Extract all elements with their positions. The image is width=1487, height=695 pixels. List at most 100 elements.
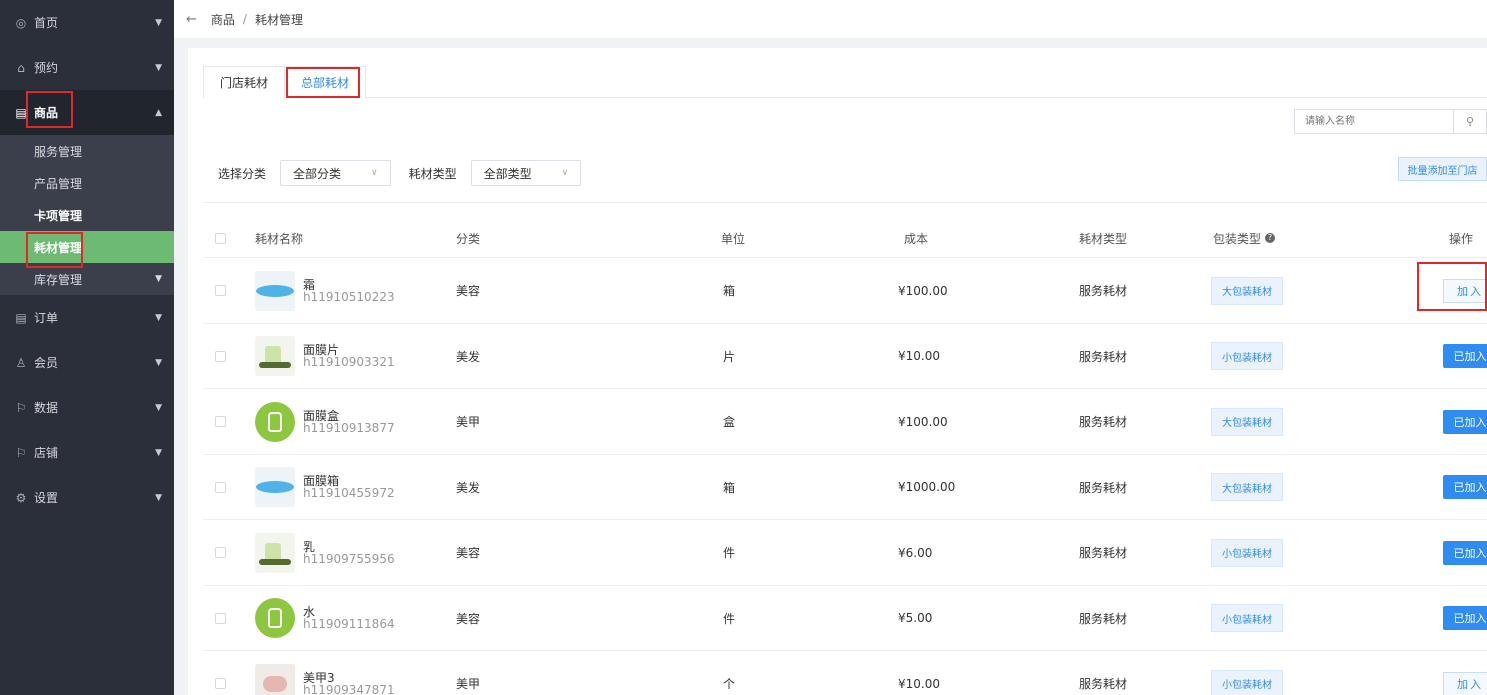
category-cell: 美容 bbox=[456, 546, 481, 561]
filter-bar: 选择分类 全部分类 ∨ 耗材类型 全部类型 ∨ bbox=[218, 160, 599, 186]
name-block: 美甲3 h11909347871 bbox=[303, 672, 395, 695]
chevron-down-icon: ▼ bbox=[155, 312, 162, 323]
name-cell: 美甲3 h11909347871 bbox=[255, 651, 395, 695]
product-thumbnail bbox=[255, 663, 295, 695]
sub-item-product[interactable]: 产品管理 bbox=[0, 167, 174, 199]
chevron-down-icon: ▼ bbox=[155, 62, 162, 73]
chevron-up-icon: ▲ bbox=[155, 107, 162, 118]
nav-item-goods[interactable]: ▤ 商品 ▲ bbox=[0, 90, 174, 135]
nav-item-order[interactable]: ▤ 订单 ▼ bbox=[0, 295, 174, 340]
pack-type-tag: 小包装耗材 bbox=[1211, 342, 1283, 371]
added-button[interactable]: 已加入 bbox=[1443, 344, 1487, 369]
item-code: h11910510223 bbox=[303, 289, 395, 304]
nav-label: 首页 bbox=[34, 16, 59, 30]
name-cell: 面膜箱 h11910455972 bbox=[255, 455, 395, 521]
nav-item-member[interactable]: ♙ 会员 ▼ bbox=[0, 340, 174, 385]
back-arrow-icon[interactable]: ← bbox=[186, 12, 197, 27]
header-cost: 成本 bbox=[904, 231, 929, 246]
select-all-cell bbox=[215, 218, 226, 258]
help-icon[interactable]: ? bbox=[1265, 233, 1276, 243]
cost-cell: ¥10.00 bbox=[898, 349, 940, 364]
product-thumbnail bbox=[255, 467, 295, 508]
tab-bar: 门店耗材 总部耗材 bbox=[203, 66, 1487, 98]
nav-item-store[interactable]: ⚐ 店铺 ▼ bbox=[0, 430, 174, 475]
row-checkbox[interactable] bbox=[215, 481, 226, 493]
chevron-down-icon: ▼ bbox=[155, 492, 162, 503]
action-cell: 加入 bbox=[1443, 651, 1487, 695]
action-cell: 加入 bbox=[1443, 258, 1487, 324]
category-cell: 美甲 bbox=[456, 677, 481, 692]
sub-label: 库存管理 bbox=[34, 272, 83, 287]
type-select[interactable]: 全部类型 ∨ bbox=[470, 160, 582, 186]
row-checkbox[interactable] bbox=[215, 612, 226, 624]
unit-cell: 片 bbox=[723, 349, 736, 364]
sub-label: 服务管理 bbox=[34, 144, 83, 159]
header-category: 分类 bbox=[456, 231, 481, 246]
batch-add-button[interactable]: 批量添加至门店 bbox=[1398, 157, 1487, 181]
nav-item-booking[interactable]: ⌂ 预约 ▼ bbox=[0, 45, 174, 90]
table-row: 乳 h11909755956 美容 件 ¥6.00 服务耗材 小包装耗材 已加入 bbox=[203, 520, 1487, 586]
table-row: 美甲3 h11909347871 美甲 个 ¥10.00 服务耗材 小包装耗材 加入 bbox=[203, 651, 1487, 695]
type-value: 全部类型 bbox=[483, 166, 532, 181]
unit-cell: 箱 bbox=[723, 284, 736, 299]
sub-item-service[interactable]: 服务管理 bbox=[0, 135, 174, 167]
row-select-cell bbox=[215, 651, 226, 695]
goods-submenu: 服务管理 产品管理 卡项管理 耗材管理 库存管理 ▼ bbox=[0, 135, 174, 295]
home-icon: ⌂ bbox=[17, 60, 25, 75]
nav-item-data[interactable]: ⚐ 数据 ▼ bbox=[0, 385, 174, 430]
added-button[interactable]: 已加入 bbox=[1443, 606, 1487, 631]
select-all-checkbox[interactable] bbox=[215, 232, 226, 244]
product-thumbnail bbox=[255, 270, 295, 311]
pack-cell: 小包装耗材 bbox=[1211, 520, 1283, 586]
item-code: h11910903321 bbox=[303, 355, 395, 370]
category-cell: 美容 bbox=[456, 611, 481, 626]
item-name: 乳 bbox=[303, 539, 316, 554]
product-thumbnail bbox=[255, 598, 295, 639]
table-row: 面膜片 h11910903321 美发 片 ¥10.00 服务耗材 小包装耗材 已加入 bbox=[203, 324, 1487, 390]
name-cell: 面膜片 h11910903321 bbox=[255, 324, 395, 390]
row-checkbox[interactable] bbox=[215, 285, 226, 297]
header-pack-label: 包装类型 bbox=[1213, 231, 1262, 246]
cost-cell: ¥100.00 bbox=[898, 414, 948, 429]
category-select[interactable]: 全部分类 ∨ bbox=[280, 160, 391, 186]
dashboard-icon: ◎ bbox=[15, 15, 27, 30]
nav-item-settings[interactable]: ⚙ 设置 ▼ bbox=[0, 475, 174, 520]
tab-store-consumables[interactable]: 门店耗材 bbox=[203, 66, 286, 98]
tab-hq-consumables[interactable]: 总部耗材 bbox=[285, 66, 367, 98]
row-checkbox[interactable] bbox=[215, 678, 226, 690]
added-button[interactable]: 已加入 bbox=[1443, 540, 1487, 565]
add-button[interactable]: 加入 bbox=[1443, 671, 1487, 695]
nav-label: 店铺 bbox=[34, 446, 59, 460]
added-button[interactable]: 已加入 bbox=[1443, 409, 1487, 434]
item-code: h11909347871 bbox=[303, 682, 395, 695]
type-cell: 服务耗材 bbox=[1079, 284, 1128, 299]
added-button[interactable]: 已加入 bbox=[1443, 475, 1487, 500]
sub-item-card[interactable]: 卡项管理 bbox=[0, 199, 174, 231]
row-checkbox[interactable] bbox=[215, 350, 226, 362]
row-select-cell bbox=[215, 258, 226, 324]
breadcrumb-parent[interactable]: 商品 bbox=[211, 11, 235, 28]
header-pack: 包装类型 ? bbox=[1213, 218, 1276, 258]
table-row: 霜 h11910510223 美容 箱 ¥100.00 服务耗材 大包装耗材 加入 bbox=[203, 258, 1487, 324]
cost-cell: ¥10.00 bbox=[898, 676, 940, 691]
row-checkbox[interactable] bbox=[215, 416, 226, 428]
gear-icon: ⚙ bbox=[15, 490, 27, 505]
search-input[interactable] bbox=[1295, 110, 1453, 133]
pack-cell: 小包装耗材 bbox=[1211, 324, 1283, 390]
add-button[interactable]: 加入 bbox=[1443, 278, 1487, 303]
item-code: h11909755956 bbox=[303, 551, 395, 566]
action-cell: 已加入 bbox=[1443, 520, 1487, 586]
sub-item-inventory[interactable]: 库存管理 ▼ bbox=[0, 263, 174, 295]
product-thumbnail bbox=[255, 336, 295, 377]
type-cell: 服务耗材 bbox=[1079, 611, 1128, 626]
unit-cell: 个 bbox=[723, 677, 736, 692]
nav-item-home[interactable]: ◎ 首页 ▼ bbox=[0, 0, 174, 45]
table-row: 面膜盒 h11910913877 美甲 盒 ¥100.00 服务耗材 大包装耗材 已加入 bbox=[203, 389, 1487, 455]
category-cell: 美甲 bbox=[456, 415, 481, 430]
sub-item-consumables[interactable]: 耗材管理 bbox=[0, 231, 174, 263]
row-checkbox[interactable] bbox=[215, 547, 226, 559]
flag-icon: ⚐ bbox=[15, 445, 27, 460]
goods-icon: ▤ bbox=[15, 105, 27, 120]
unit-cell: 盒 bbox=[723, 415, 736, 430]
search-icon[interactable]: ⚲ bbox=[1453, 110, 1486, 133]
